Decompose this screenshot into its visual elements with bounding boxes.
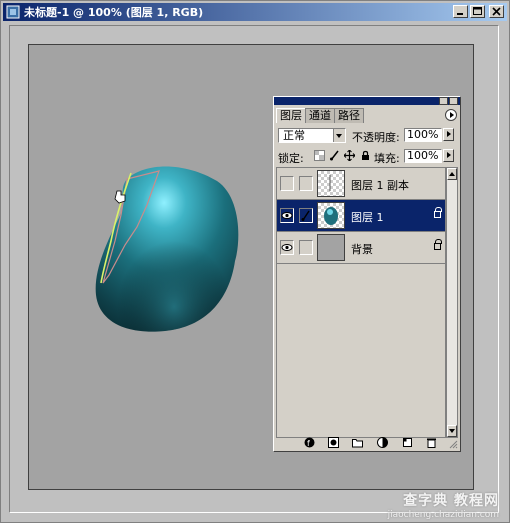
layer-name[interactable]: 图层 1 副本 — [351, 177, 409, 193]
link-toggle[interactable] — [299, 176, 313, 191]
title-bar[interactable]: 未标题-1 @ 100% (图层 1, RGB) — [3, 3, 507, 21]
lock-icon — [434, 239, 442, 250]
minimize-icon — [457, 13, 463, 15]
layer-name[interactable]: 图层 1 — [351, 209, 384, 225]
new-set-icon[interactable] — [352, 437, 363, 448]
panel-close-button[interactable] — [449, 97, 458, 105]
lock-icon — [434, 207, 442, 218]
fill-input[interactable]: 100% — [404, 149, 442, 163]
lock-label: 锁定: — [278, 152, 304, 165]
lock-transparency-icon[interactable] — [314, 150, 325, 161]
layer-row-selected[interactable]: 图层 1 — [277, 200, 445, 232]
close-icon — [492, 7, 501, 16]
lock-fill-row: 锁定: 填充: 100% — [278, 149, 456, 165]
tab-channels[interactable]: 通道 — [305, 108, 335, 123]
layer-thumbnail — [317, 202, 345, 229]
tab-label: 通道 — [309, 109, 331, 122]
opacity-slider-button[interactable] — [443, 128, 454, 141]
adjustment-layer-icon[interactable] — [377, 437, 388, 448]
ps-document-icon — [6, 5, 20, 19]
link-toggle[interactable] — [299, 240, 313, 255]
fill-slider-button[interactable] — [443, 149, 454, 162]
chevron-down-icon — [333, 129, 345, 142]
resize-grip-icon[interactable] — [448, 439, 458, 449]
scroll-down-button[interactable] — [447, 425, 457, 437]
layer-row[interactable]: 背景 — [277, 232, 445, 264]
opacity-input[interactable]: 100% — [404, 128, 442, 142]
visibility-toggle[interactable] — [280, 240, 294, 255]
fill-label: 填充: — [374, 152, 400, 165]
stroke-thumb-icon — [329, 175, 331, 191]
panel-bottom-toolbar: f — [276, 437, 458, 449]
lock-image-brush-icon[interactable] — [329, 150, 340, 161]
layer-thumbnail — [317, 170, 345, 197]
tab-label: 图层 — [280, 109, 302, 122]
trash-icon[interactable] — [426, 437, 437, 448]
layers-list: 图层 1 副本 图层 1 背景 — [276, 167, 446, 438]
restore-button[interactable] — [470, 5, 485, 18]
minimize-button[interactable] — [453, 5, 468, 18]
opacity-label: 不透明度: — [352, 131, 400, 144]
teal-shape-thumb-icon — [324, 207, 338, 225]
blend-mode-value: 正常 — [283, 129, 305, 142]
panel-title-bar[interactable] — [274, 97, 460, 105]
layers-scrollbar[interactable] — [446, 167, 458, 438]
tab-paths[interactable]: 路径 — [334, 108, 364, 123]
layer-name[interactable]: 背景 — [351, 241, 373, 257]
watermark: 查字典 教程网 jiaocheng.chazidian.com — [388, 490, 499, 520]
scroll-up-button[interactable] — [447, 168, 457, 180]
eye-icon — [281, 212, 293, 219]
visibility-toggle[interactable] — [280, 208, 294, 223]
lock-position-move-icon[interactable] — [344, 150, 355, 161]
layers-panel: 图层 通道 路径 正常 不透明度: 100% 锁定: 填充: 100% 图层 1… — [273, 96, 461, 452]
blend-mode-select[interactable]: 正常 — [278, 128, 346, 143]
panel-minimize-button[interactable] — [439, 97, 448, 105]
layer-row[interactable]: 图层 1 副本 — [277, 168, 445, 200]
watermark-main: 查字典 教程网 — [403, 493, 499, 509]
close-button[interactable] — [489, 5, 504, 18]
layer-thumbnail — [317, 234, 345, 261]
new-layer-icon[interactable] — [402, 437, 413, 448]
layer-style-icon[interactable]: f — [304, 437, 315, 448]
mask-icon[interactable] — [328, 437, 339, 448]
window-title: 未标题-1 @ 100% (图层 1, RGB) — [24, 6, 204, 19]
restore-icon — [473, 7, 482, 15]
watermark-sub: jiaocheng.chazidian.com — [387, 510, 499, 520]
visibility-toggle[interactable] — [280, 176, 294, 191]
paintbrush-icon — [301, 210, 310, 221]
blend-opacity-row: 正常 不透明度: 100% — [278, 128, 456, 145]
panel-menu-arrow-icon[interactable] — [445, 109, 457, 121]
svg-text:f: f — [307, 439, 310, 448]
tab-label: 路径 — [338, 109, 360, 122]
panel-tabs: 图层 通道 路径 — [276, 108, 364, 124]
eye-icon — [281, 244, 293, 251]
document-window: 未标题-1 @ 100% (图层 1, RGB) 图层 通道 路径 正常 不透明… — [0, 0, 510, 523]
tab-layers[interactable]: 图层 — [276, 108, 306, 123]
paintbrush-toggle[interactable] — [299, 208, 313, 223]
document-workspace: 图层 通道 路径 正常 不透明度: 100% 锁定: 填充: 100% 图层 1… — [9, 25, 499, 513]
lock-all-icon[interactable] — [360, 150, 371, 161]
